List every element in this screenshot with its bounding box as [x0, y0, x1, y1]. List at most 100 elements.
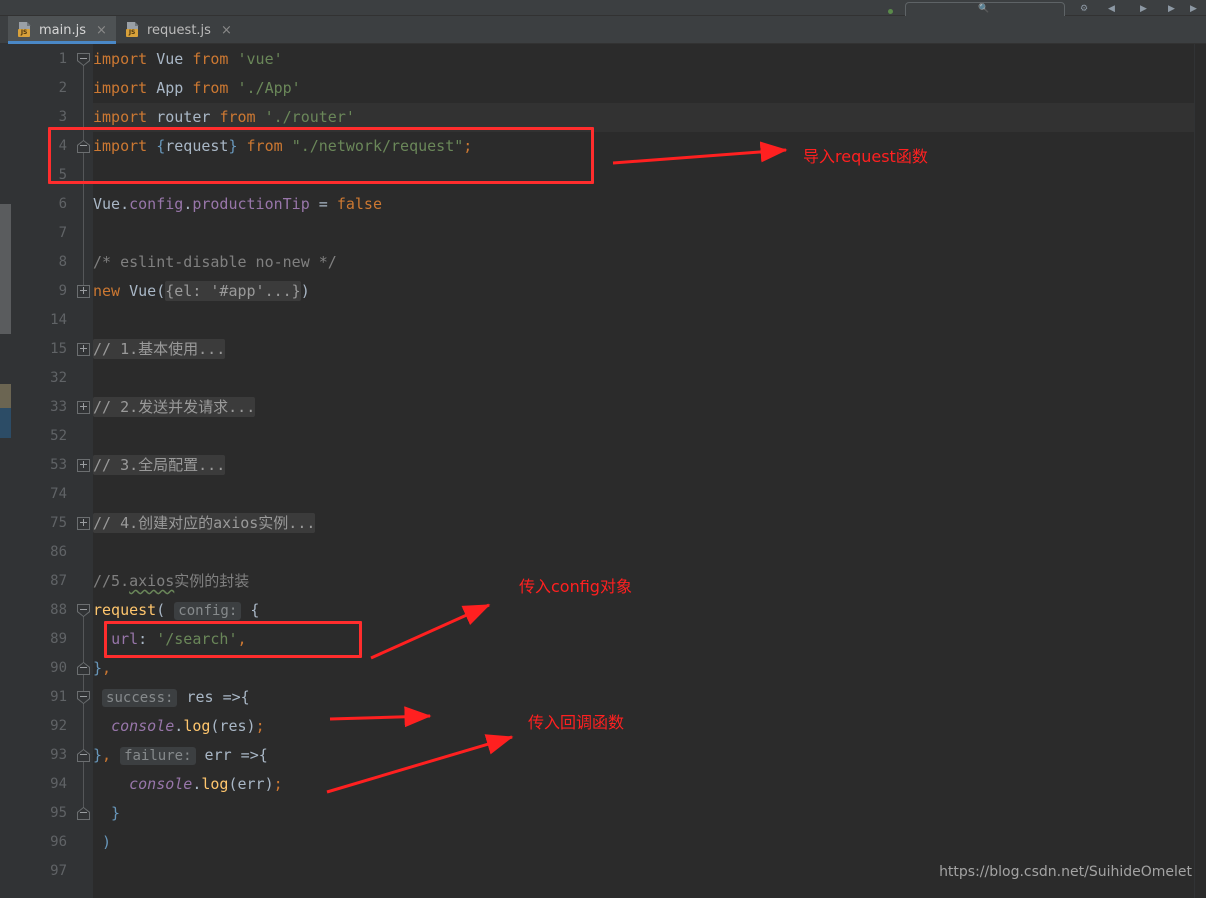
code-line[interactable]: url: '/search',	[93, 625, 1206, 654]
code-token: .	[183, 195, 193, 213]
stripe-mark-olive[interactable]	[0, 384, 11, 408]
code-line[interactable]: // 2.发送并发请求...	[93, 393, 1206, 422]
tab-label: main.js	[39, 22, 86, 38]
code-line[interactable]: import router from './router'	[93, 103, 1206, 132]
code-line[interactable]: import Vue from 'vue'	[93, 45, 1206, 74]
js-badge: JS	[126, 29, 138, 37]
forward-icon[interactable]: ▶	[1140, 4, 1147, 14]
fold-collapse-icon[interactable]	[77, 604, 90, 617]
fold-expand-icon[interactable]	[77, 343, 90, 356]
tab-request-js[interactable]: JS request.js ×	[116, 16, 241, 44]
annotation-stripe[interactable]	[0, 44, 11, 898]
code-token: {	[241, 601, 260, 619]
collapsed-fold-placeholder[interactable]: // 1.基本使用...	[93, 339, 226, 359]
code-token: false	[336, 195, 382, 213]
editor-tab-bar: JS main.js × JS request.js ×	[0, 16, 1206, 44]
code-line[interactable]: // 1.基本使用...	[93, 335, 1206, 364]
code-token: import	[93, 108, 148, 126]
code-line[interactable]: // 4.创建对应的axios实例...	[93, 509, 1206, 538]
code-line[interactable]: success: res =>{	[93, 683, 1206, 712]
code-token: request	[165, 137, 229, 155]
stripe-mark-blue[interactable]	[0, 408, 11, 438]
line-number: 1	[58, 51, 67, 67]
fold-collapse-icon[interactable]	[77, 53, 90, 66]
code-token: )	[93, 833, 112, 851]
code-line[interactable]: import {request} from "./network/request…	[93, 132, 1206, 161]
code-line-text: // 4.创建对应的axios实例...	[93, 513, 316, 533]
code-surface[interactable]: import Vue from 'vue' import App from './…	[93, 44, 1206, 898]
code-token: new	[93, 282, 121, 300]
fold-expand-icon[interactable]	[77, 459, 90, 472]
code-line[interactable]: // 3.全局配置...	[93, 451, 1206, 480]
code-token: axios	[129, 572, 175, 590]
fold-collapse-icon[interactable]	[77, 691, 90, 704]
js-badge: JS	[18, 29, 30, 37]
stripe-mark-gray[interactable]	[0, 204, 11, 334]
fold-collapse-end-icon[interactable]	[77, 807, 90, 820]
close-icon[interactable]: ×	[96, 23, 107, 38]
code-editor[interactable]: 1 2 3 4 5 6 7 8 9 14 15 32 33 52 53 74 75 86 87 88 89 90 91 92 9…	[0, 44, 1206, 898]
fold-expand-icon[interactable]	[77, 401, 90, 414]
fold-collapse-end-icon[interactable]	[77, 140, 90, 153]
code-line[interactable]	[93, 480, 1206, 509]
code-fold-gutter[interactable]	[75, 44, 93, 898]
line-number: 9	[58, 283, 67, 299]
fold-guide-line	[83, 610, 84, 813]
code-token: ,	[102, 659, 112, 677]
collapsed-fold-placeholder[interactable]: {el: '#app'...}	[165, 281, 301, 301]
search-icon[interactable]: 🔍	[978, 4, 989, 14]
code-token: Vue	[156, 50, 184, 68]
code-line[interactable]: }	[93, 799, 1206, 828]
code-line[interactable]	[93, 219, 1206, 248]
code-token: import	[93, 50, 148, 68]
line-number: 97	[50, 863, 67, 879]
code-line[interactable]: request( config: {	[93, 596, 1206, 625]
line-number: 74	[50, 486, 67, 502]
back-icon[interactable]: ◀	[1108, 4, 1115, 14]
code-line[interactable]: import App from './App'	[93, 74, 1206, 103]
fold-collapse-end-icon[interactable]	[77, 662, 90, 675]
tab-main-js[interactable]: JS main.js ×	[8, 16, 116, 44]
code-line[interactable]: Vue.config.productionTip = false	[93, 190, 1206, 219]
line-number: 7	[58, 225, 67, 241]
code-line[interactable]: console.log(res);	[93, 712, 1206, 741]
code-line[interactable]: new Vue({el: '#app'...})	[93, 277, 1206, 306]
code-token: console	[111, 717, 175, 735]
code-token: }	[93, 804, 121, 822]
fold-expand-icon[interactable]	[77, 517, 90, 530]
code-line[interactable]	[93, 306, 1206, 335]
code-token: res =>{	[177, 688, 250, 706]
code-line[interactable]	[93, 538, 1206, 567]
code-token: import	[93, 137, 148, 155]
top-toolbar[interactable]: 🔍 ⚙ ◀ ▶ ▶ ▶	[0, 0, 1206, 20]
code-line[interactable]	[93, 161, 1206, 190]
fold-expand-icon[interactable]	[77, 285, 90, 298]
line-number: 8	[58, 254, 67, 270]
code-line[interactable]: }, failure: err =>{	[93, 741, 1206, 770]
gear-icon[interactable]: ⚙	[1080, 4, 1088, 14]
more-icon[interactable]: ▶	[1168, 4, 1175, 14]
overflow-icon[interactable]: ▶	[1190, 4, 1197, 14]
code-line[interactable]: )	[93, 828, 1206, 857]
collapsed-fold-placeholder[interactable]: // 3.全局配置...	[93, 455, 226, 475]
collapsed-fold-placeholder[interactable]: // 2.发送并发请求...	[93, 397, 256, 417]
code-token: '/search'	[156, 630, 238, 648]
code-line[interactable]: //5.axios实例的封装	[93, 567, 1206, 596]
close-icon[interactable]: ×	[221, 23, 232, 38]
code-line[interactable]: },	[93, 654, 1206, 683]
code-line[interactable]: console.log(err);	[93, 770, 1206, 799]
collapsed-fold-placeholder[interactable]: // 4.创建对应的axios实例...	[93, 513, 316, 533]
line-number: 14	[50, 312, 67, 328]
fold-collapse-end-icon[interactable]	[77, 749, 90, 762]
vertical-scrollbar[interactable]	[1194, 44, 1206, 898]
code-token: (err)	[228, 775, 274, 793]
code-line[interactable]	[93, 422, 1206, 451]
code-line[interactable]: /* eslint-disable no-new */	[93, 248, 1206, 277]
code-line[interactable]	[93, 364, 1206, 393]
